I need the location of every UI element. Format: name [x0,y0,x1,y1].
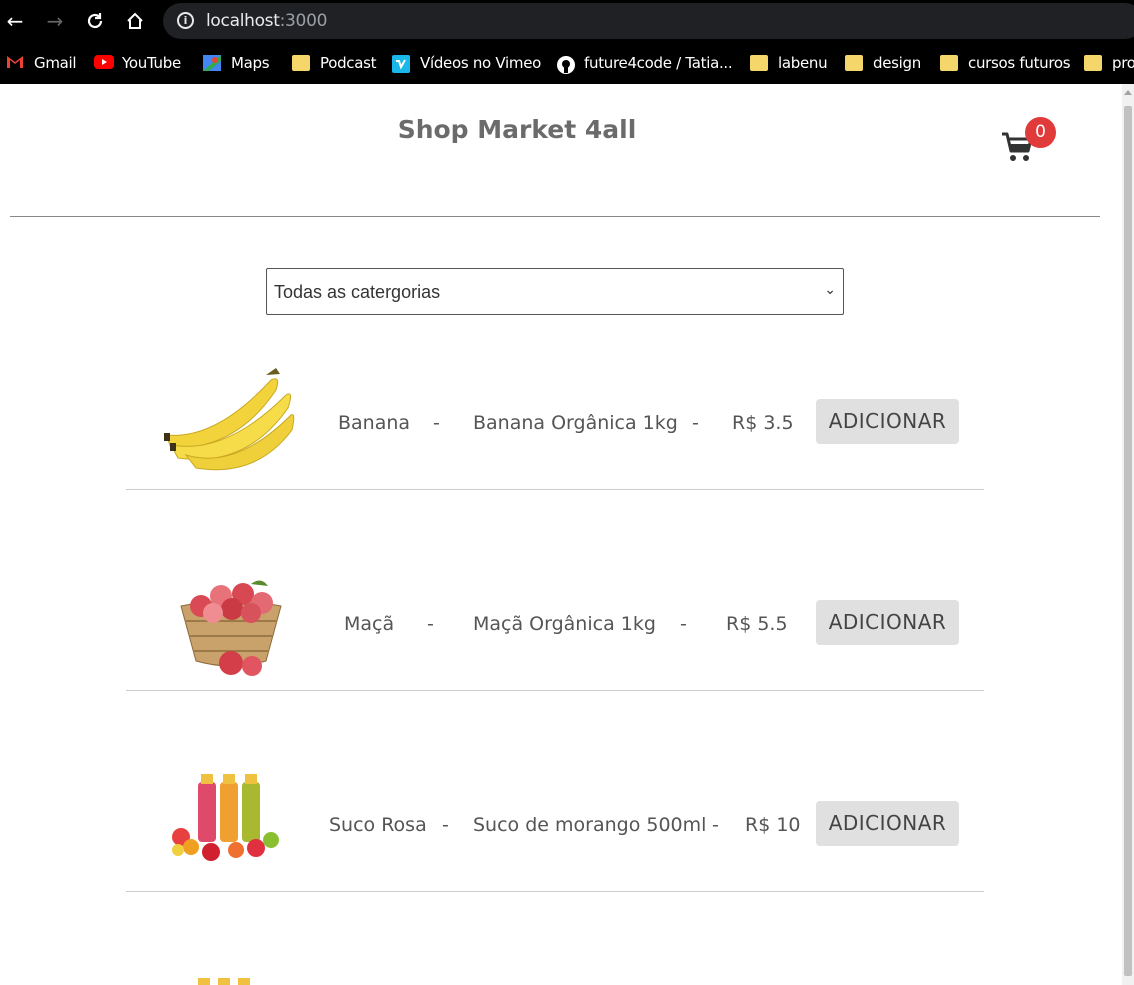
product-row: Maçã - Maçã Orgânica 1kg - R$ 5.5 ADICIO… [126,541,984,691]
vimeo-icon [392,55,410,73]
product-description: Suco de morango 500ml [473,814,707,836]
forward-arrow-icon[interactable]: → [43,9,67,33]
bookmark-podcast[interactable]: Podcast [292,52,377,74]
bookmark-gmail[interactable]: Gmail [6,52,77,74]
maps-icon [203,55,221,71]
bookmark-pro[interactable]: pro [1084,52,1134,74]
product-description: Banana Orgânica 1kg [473,412,678,434]
url-text: localhost:3000 [206,11,328,31]
github-icon [556,55,575,74]
product-name: Banana [338,412,411,434]
separator: - [712,814,719,836]
cart-count-badge: 0 [1025,117,1056,148]
info-icon[interactable]: i [177,12,194,29]
category-select[interactable]: Todas as catergorias ⌄ [266,268,844,315]
page-scrollbar[interactable] [1122,84,1134,985]
page-title: Shop Market 4all [397,115,637,144]
juice-bottles-image [156,752,306,882]
product-row: Banana - Banana Orgânica 1kg - R$ 3.5 AD… [126,340,984,490]
product-name: Maçã [344,613,395,635]
add-to-cart-button[interactable]: ADICIONAR [816,801,959,846]
juice-bottles-image [196,972,256,985]
separator: - [692,412,699,434]
folder-icon [845,55,863,71]
product-price: R$ 5.5 [726,613,788,635]
page-content: Shop Market 4all 0 Todas as catergorias … [0,84,1122,985]
bookmark-design[interactable]: design [845,52,921,74]
apple-basket-image [156,551,306,681]
scrollbar-thumb[interactable] [1124,106,1132,976]
product-price: R$ 3.5 [732,412,794,434]
scroll-up-arrow-icon[interactable] [1124,90,1132,95]
product-name: Suco Rosa [329,814,427,836]
bookmarks-bar: Gmail YouTube Maps Podcast Vídeos no Vim… [0,42,1134,84]
separator: - [442,814,449,836]
separator: - [433,412,440,434]
folder-icon [292,55,310,71]
header-divider [10,216,1100,217]
address-bar[interactable]: i localhost:3000 [163,3,1134,39]
bookmark-github[interactable]: future4code / Tatia... [556,52,733,74]
banana-image [156,350,306,480]
gmail-icon [6,55,24,71]
category-select-value: Todas as catergorias [274,282,441,302]
back-arrow-icon[interactable]: ← [3,9,27,33]
separator: - [427,613,434,635]
add-to-cart-button[interactable]: ADICIONAR [816,600,959,645]
youtube-icon [94,55,114,71]
reload-icon[interactable] [83,9,107,33]
bookmark-youtube[interactable]: YouTube [94,52,181,74]
bookmark-maps[interactable]: Maps [203,52,270,74]
folder-icon [940,55,958,71]
bookmark-vimeo[interactable]: Vídeos no Vimeo [392,52,541,74]
folder-icon [1084,55,1102,71]
add-to-cart-button[interactable]: ADICIONAR [816,399,959,444]
product-description: Maçã Orgânica 1kg [473,613,656,635]
product-row: Suco Rosa - Suco de morango 500ml - R$ 1… [126,742,984,892]
home-icon[interactable] [123,9,147,33]
browser-toolbar: ← → i localhost:3000 [0,0,1134,42]
chevron-down-icon: ⌄ [824,282,836,298]
bookmark-labenu[interactable]: labenu [750,52,828,74]
bookmark-cursos-futuros[interactable]: cursos futuros [940,52,1071,74]
folder-icon [750,55,768,71]
product-price: R$ 10 [745,814,801,836]
separator: - [680,613,687,635]
